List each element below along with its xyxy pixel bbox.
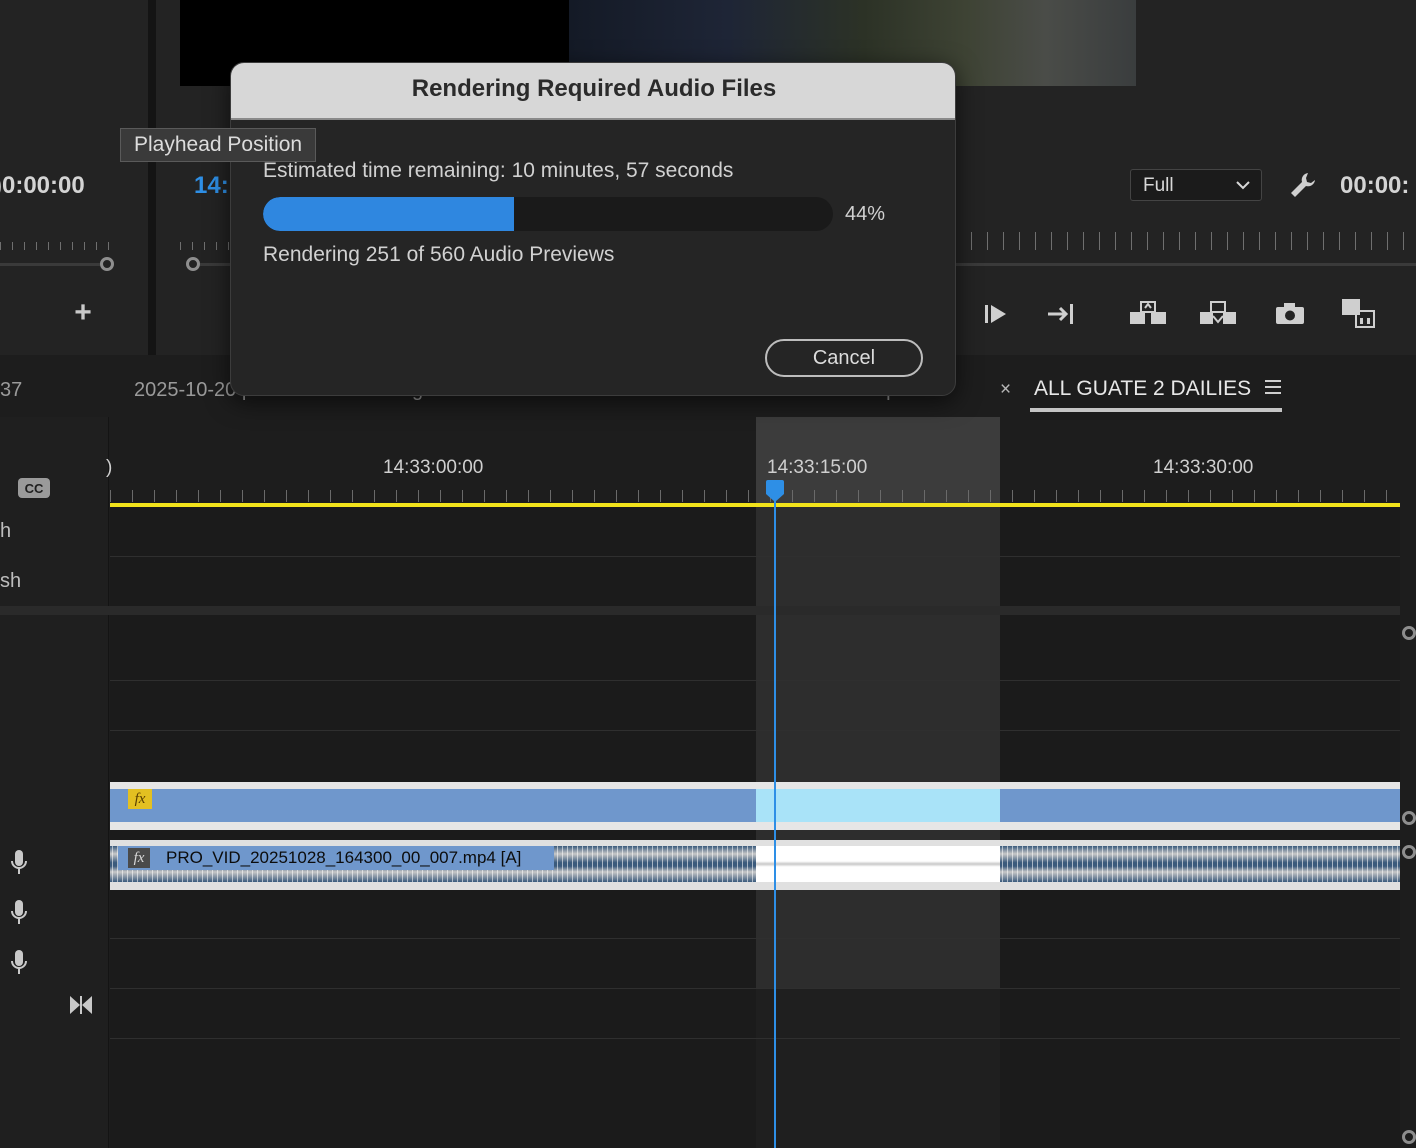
audio-clip-name: PRO_VID_20251028_164300_00_007.mp4 [A] [166,848,522,867]
video-clip-body[interactable] [110,789,1400,822]
vertical-zoom-handle[interactable] [1402,845,1416,859]
source-zoom-scrollbar[interactable] [0,263,100,266]
track-separator [110,556,1400,557]
fx-badge-audio[interactable]: fx [128,848,150,868]
playhead-position-tooltip: Playhead Position [120,128,317,162]
render-progress-fill [263,197,514,231]
program-zoom-handle[interactable] [186,257,200,271]
program-duration-timecode: 00:00: [1340,172,1410,199]
render-status-bar [110,503,1400,507]
lift-icon[interactable] [1130,296,1166,332]
track-separator [110,938,1400,939]
track-separator [110,1038,1400,1039]
program-time-ruler-right[interactable] [955,232,1415,250]
playback-resolution-value: Full [1143,175,1174,196]
program-playhead-timecode[interactable]: 14: [194,172,229,200]
add-button[interactable]: + [70,298,96,328]
video-audio-divider[interactable] [0,606,1400,615]
play-to-out-icon[interactable] [978,296,1014,332]
camera-icon[interactable] [1272,296,1308,332]
tab-all-guate-2-dailies[interactable]: ALL GUATE 2 DAILIES [1034,377,1251,401]
playhead-line[interactable] [774,494,776,1148]
vertical-zoom-handle[interactable] [1402,811,1416,825]
track-label-2: sh [0,570,22,592]
track-separator [110,988,1400,989]
playhead-icon[interactable] [765,480,785,502]
active-tab-indicator [1030,408,1282,412]
chevron-down-icon [1236,181,1250,190]
fx-badge[interactable]: fx [128,789,152,809]
ruler-label-start: ) [106,457,113,478]
bowtie-icon[interactable] [68,994,94,1016]
source-timecode[interactable]: )0:00:00 [0,172,144,200]
audio-waveform-selected-range [756,846,1000,882]
vertical-zoom-handle[interactable] [1402,626,1416,640]
source-time-ruler[interactable] [0,242,120,250]
compare-icon[interactable] [1340,296,1376,332]
video-clip-selected-range [756,789,1000,822]
timeline-in-out-range-body [756,505,1000,988]
track-separator [110,730,1400,731]
playback-resolution-select[interactable]: Full [1130,169,1262,201]
timeline-ruler-ticks [110,490,1400,502]
mic-icon[interactable] [8,948,30,978]
ruler-label-1: 14:33:00:00 [383,457,484,478]
track-headers [0,417,109,1148]
mic-icon[interactable] [8,898,30,928]
ruler-label-3: 14:33:30:00 [1153,457,1254,478]
tab-close-button[interactable]: × [1000,379,1011,401]
source-zoom-handle[interactable] [100,257,114,271]
menu-icon[interactable] [1265,379,1281,395]
progress-percent: 44% [845,203,886,225]
dialog-titlebar[interactable]: Rendering Required Audio Files [231,63,955,120]
panel-divider[interactable] [148,0,156,355]
step-forward-icon[interactable] [1044,296,1080,332]
track-label-1: h [0,520,12,542]
wrench-icon[interactable] [1288,170,1318,200]
cancel-button[interactable]: Cancel [765,339,923,377]
render-progress-bar [263,197,833,231]
cc-icon[interactable]: CC [17,477,51,499]
render-status-text: Rendering 251 of 560 Audio Previews [263,243,615,266]
time-remaining-text: Estimated time remaining: 10 minutes, 57… [263,159,734,182]
plus-icon: + [74,296,92,329]
timeline-range-shade [756,988,1000,1148]
extract-icon[interactable] [1200,296,1236,332]
dialog-title: Rendering Required Audio Files [411,75,777,102]
tab-partial[interactable]: 37 [0,379,22,402]
ruler-label-2: 14:33:15:00 [767,457,868,478]
svg-text:CC: CC [25,481,44,496]
program-time-ruler[interactable] [180,242,230,250]
vertical-zoom-handle[interactable] [1402,1130,1416,1144]
render-progress-dialog: Rendering Required Audio Files Estimated… [230,62,956,396]
track-separator [110,680,1400,681]
mic-icon[interactable] [8,848,30,878]
